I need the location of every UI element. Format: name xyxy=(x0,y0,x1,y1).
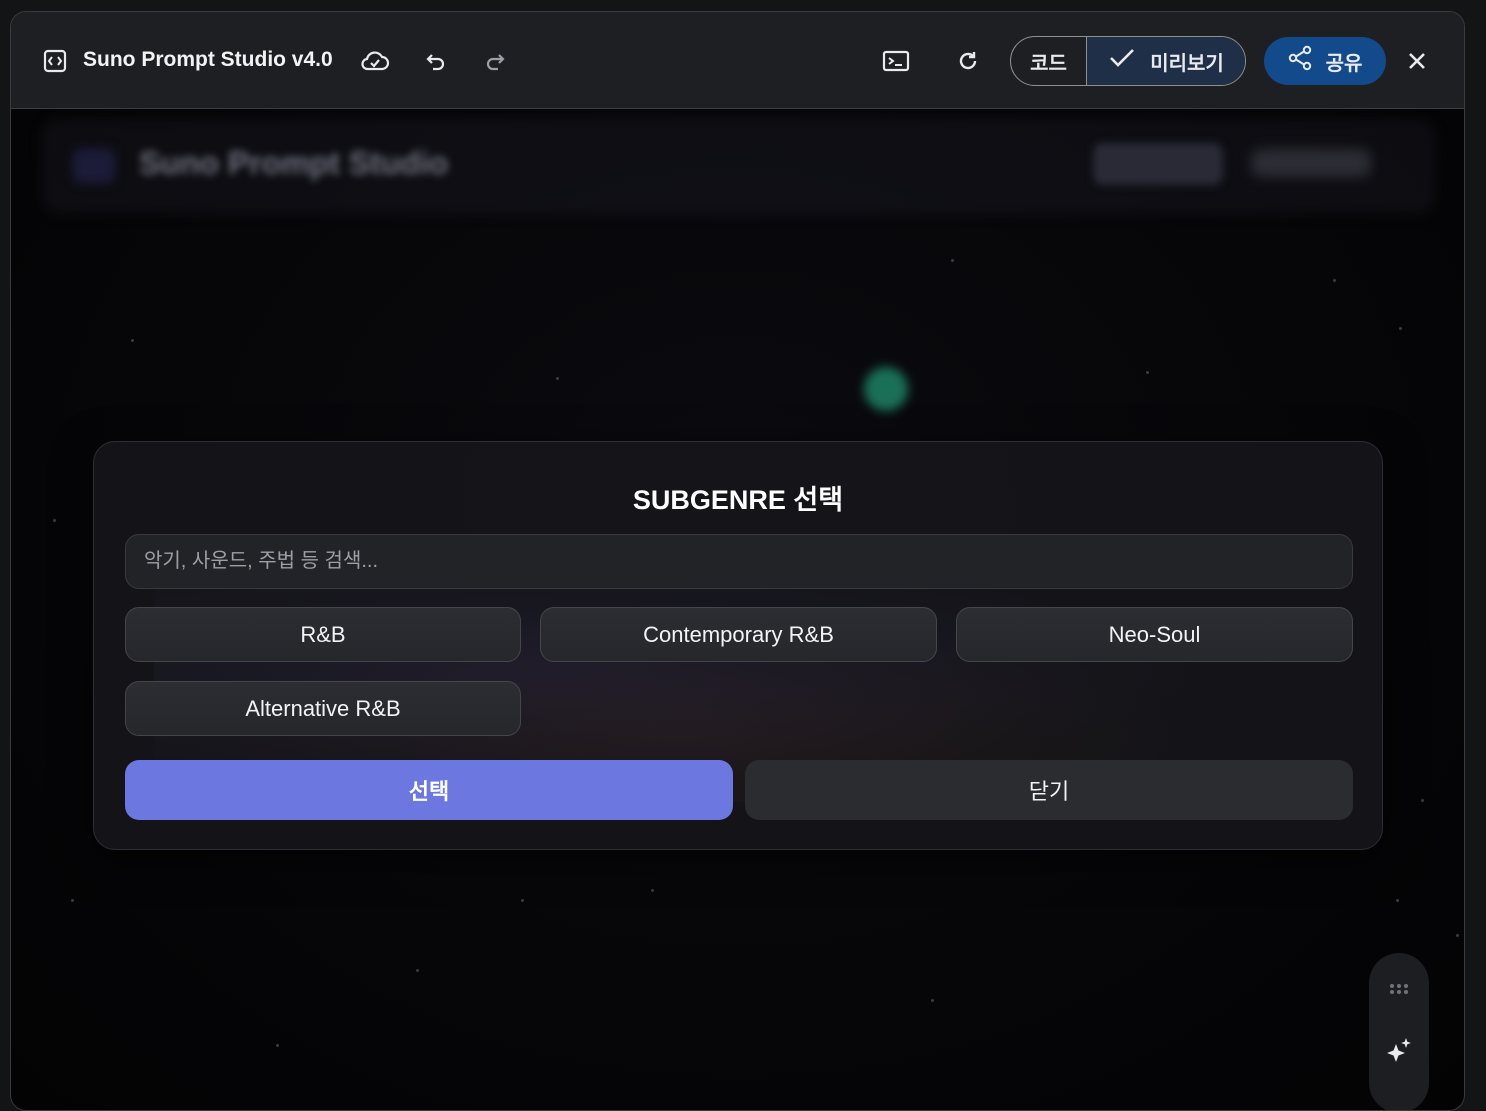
option-label: R&B xyxy=(300,621,346,647)
subgenre-modal: SUBGENRE 선택 R&B Contemporary R&B Neo-Sou… xyxy=(93,441,1383,850)
option-chip[interactable]: Neo-Soul xyxy=(956,607,1353,662)
star xyxy=(131,339,134,342)
app-window: Suno Prompt Studio v4.0 코드 미리보기 공유 Suno … xyxy=(10,11,1465,1111)
preview-tab-label: 미리보기 xyxy=(1150,52,1224,75)
modal-title: SUBGENRE 선택 xyxy=(632,485,844,515)
code-tab[interactable]: 코드 xyxy=(1011,37,1087,85)
close-icon[interactable] xyxy=(1401,45,1433,77)
star xyxy=(1146,371,1149,374)
star xyxy=(1333,279,1336,282)
option-chip[interactable]: R&B xyxy=(125,607,521,662)
cloud-sync-icon[interactable] xyxy=(359,45,391,77)
preview-stage: Suno Prompt Studio SUBGENRE 선택 R&B Conte… xyxy=(11,109,1464,1110)
star xyxy=(931,999,934,1002)
star xyxy=(276,1044,279,1047)
star xyxy=(651,889,654,892)
option-chip[interactable]: Contemporary R&B xyxy=(540,607,937,662)
background-orb xyxy=(864,367,908,411)
check-icon xyxy=(1108,47,1136,75)
share-icon xyxy=(1288,45,1312,77)
star xyxy=(951,259,954,262)
app-title: Suno Prompt Studio v4.0 xyxy=(83,48,333,71)
star xyxy=(53,519,56,522)
background-pill xyxy=(1251,149,1371,177)
option-chip[interactable]: Alternative R&B xyxy=(125,681,521,736)
background-title: Suno Prompt Studio xyxy=(139,145,449,181)
star xyxy=(521,899,524,902)
share-label: 공유 xyxy=(1325,52,1363,75)
select-button[interactable]: 선택 xyxy=(125,760,733,820)
sparkle-icon[interactable] xyxy=(1385,1036,1413,1064)
star xyxy=(1456,934,1459,937)
preview-tab[interactable]: 미리보기 xyxy=(1087,37,1245,85)
floating-toolbar xyxy=(1369,953,1429,1110)
close-button[interactable]: 닫기 xyxy=(745,760,1353,820)
code-tab-label: 코드 xyxy=(1030,52,1067,75)
share-button[interactable]: 공유 xyxy=(1264,37,1386,85)
star xyxy=(1396,899,1399,902)
star xyxy=(556,377,559,380)
undo-icon[interactable] xyxy=(420,45,452,77)
option-label: Contemporary R&B xyxy=(643,621,834,647)
terminal-icon[interactable] xyxy=(880,45,912,77)
search-input[interactable] xyxy=(125,534,1353,589)
star xyxy=(71,899,74,902)
refresh-icon[interactable] xyxy=(952,45,984,77)
drag-handle-icon[interactable] xyxy=(1387,981,1411,997)
view-toggle: 코드 미리보기 xyxy=(1010,36,1246,86)
star xyxy=(1399,327,1402,330)
background-logo xyxy=(73,149,115,183)
star xyxy=(1421,799,1424,802)
top-toolbar: Suno Prompt Studio v4.0 코드 미리보기 공유 xyxy=(11,12,1464,109)
background-pill xyxy=(1093,143,1223,185)
option-label: Neo-Soul xyxy=(1108,621,1201,647)
option-label: Alternative R&B xyxy=(245,695,401,721)
select-button-label: 선택 xyxy=(408,779,450,804)
star xyxy=(416,969,419,972)
close-button-label: 닫기 xyxy=(1028,779,1070,804)
redo-icon[interactable] xyxy=(479,45,511,77)
code-icon xyxy=(43,49,67,73)
